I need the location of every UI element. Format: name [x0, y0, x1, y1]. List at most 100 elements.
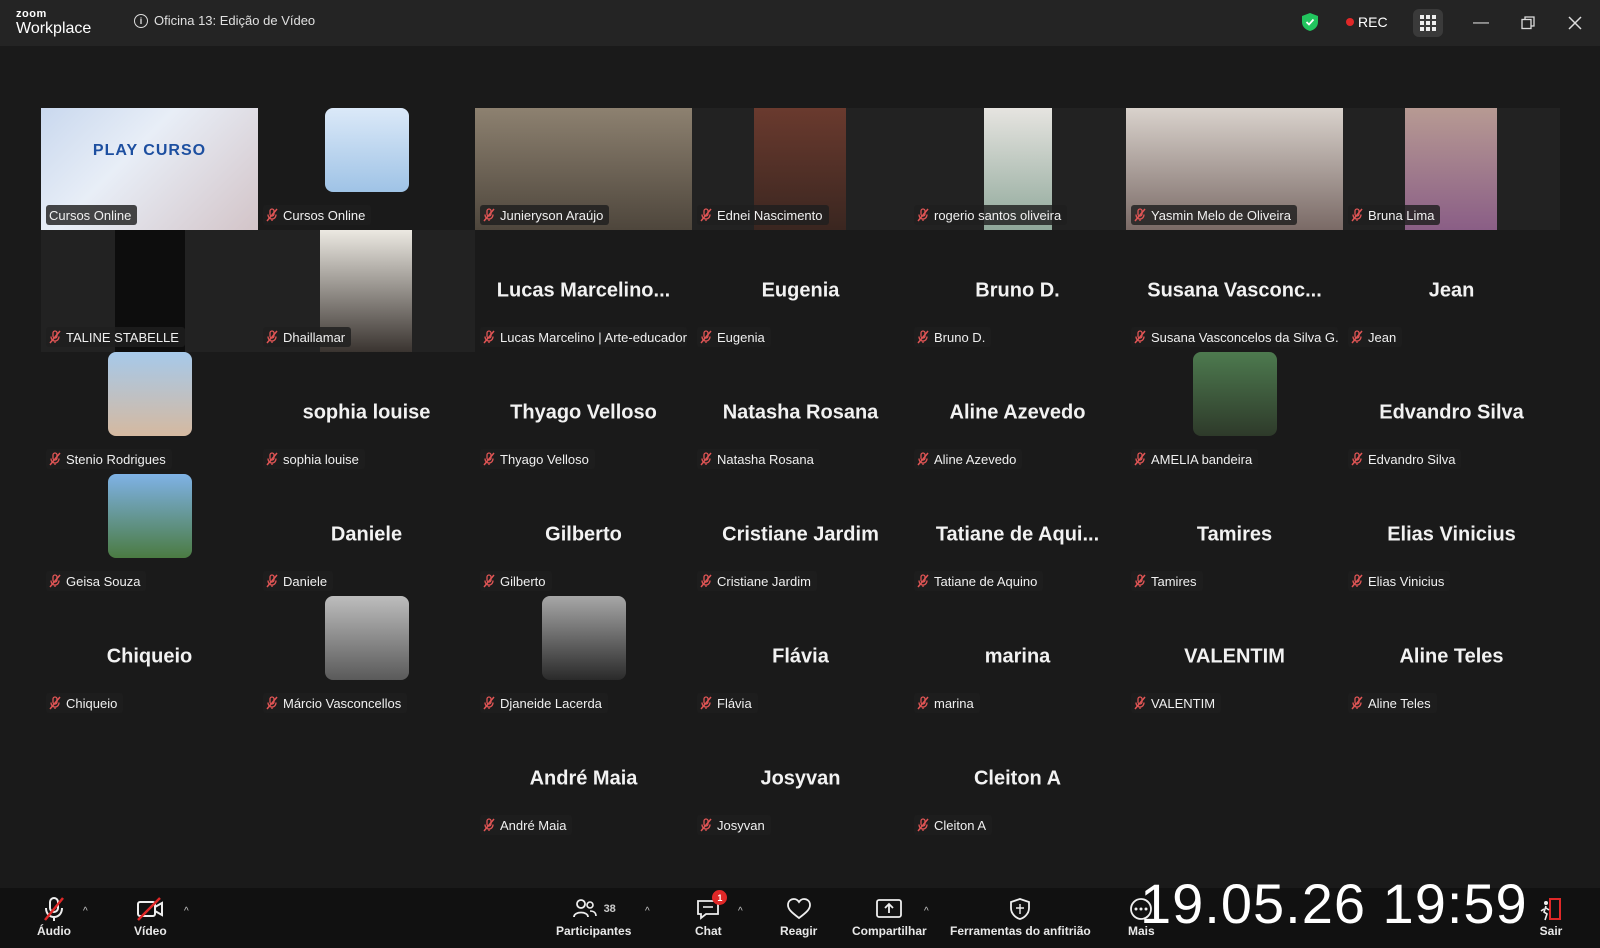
participant-tile[interactable]: sophia louise sophia louise — [258, 352, 475, 474]
info-icon[interactable]: i — [134, 13, 148, 28]
participant-display-name: Thyago Velloso — [510, 401, 657, 424]
restore-icon[interactable] — [1517, 12, 1539, 34]
participant-name-label: Márcio Vasconcellos — [263, 693, 408, 713]
participant-tile[interactable]: Ednei Nascimento — [692, 108, 909, 230]
participant-tile[interactable]: Bruno D. Bruno D. — [909, 230, 1126, 352]
participant-display-name: Josyvan — [760, 767, 841, 790]
react-button[interactable]: Reagir — [780, 894, 817, 938]
mic-muted-icon — [266, 208, 278, 222]
participant-tile[interactable]: Yasmin Melo de Oliveira — [1126, 108, 1343, 230]
participant-name: VALENTIM — [1151, 695, 1216, 711]
participant-tile[interactable]: André Maia André Maia — [475, 718, 692, 840]
participant-display-name: Jean — [1428, 279, 1475, 302]
participant-tile[interactable]: Stenio Rodrigues — [41, 352, 258, 474]
participant-name-label: Natasha Rosana — [697, 449, 820, 469]
chat-button[interactable]: 1 Chat — [695, 890, 728, 938]
minimize-icon[interactable]: — — [1470, 12, 1492, 34]
participant-tile[interactable]: Jean Jean — [1343, 230, 1560, 352]
recording-indicator[interactable]: REC — [1346, 14, 1388, 30]
participant-tile[interactable]: Gilberto Gilberto — [475, 474, 692, 596]
participant-tile[interactable]: Flávia Flávia — [692, 596, 909, 718]
participant-tile[interactable]: Dhaillamar — [258, 230, 475, 352]
encryption-shield-icon[interactable] — [1302, 13, 1318, 31]
participant-name: André Maia — [500, 817, 567, 833]
share-chevron-icon[interactable]: ^ — [924, 906, 929, 917]
host-tools-button[interactable]: Ferramentas do anfitrião — [950, 894, 1091, 938]
share-button[interactable]: Compartilhar — [852, 894, 927, 938]
participant-tile[interactable]: TALINE STABELLE — [41, 230, 258, 352]
apps-grid-button[interactable] — [1413, 9, 1443, 37]
participant-tile[interactable]: Tatiane de Aqui... Tatiane de Aquino — [909, 474, 1126, 596]
participant-tile[interactable]: Bruna Lima — [1343, 108, 1560, 230]
video-label: Vídeo — [134, 924, 167, 938]
participant-tile[interactable]: Susana Vasconc... Susana Vasconcelos da S… — [1126, 230, 1343, 352]
participant-name-label: rogerio santos oliveira — [914, 205, 1068, 225]
zoom-logo: zoom Workplace — [16, 9, 91, 37]
participant-name: Aline Teles — [1368, 695, 1431, 711]
participant-tile[interactable]: Tamires Tamires — [1126, 474, 1343, 596]
participant-tile[interactable]: Cleiton A Cleiton A — [909, 718, 1126, 840]
participant-tile[interactable]: Junieryson Araújo — [475, 108, 692, 230]
participant-name-label: marina — [914, 693, 980, 713]
participant-tile[interactable]: Chiqueio Chiqueio — [41, 596, 258, 718]
participant-name: Ednei Nascimento — [717, 207, 823, 223]
participant-tile[interactable]: Daniele Daniele — [258, 474, 475, 596]
participant-tile[interactable]: Djaneide Lacerda — [475, 596, 692, 718]
close-icon[interactable] — [1564, 12, 1586, 34]
mic-muted-icon — [1351, 696, 1363, 710]
participants-button[interactable]: 38 Participantes — [556, 894, 631, 938]
mic-muted-icon — [49, 696, 61, 710]
leave-button[interactable]: Sair — [1538, 894, 1564, 938]
video-button[interactable]: Vídeo — [134, 894, 167, 938]
leave-door-icon — [1540, 898, 1561, 921]
participant-name-label: TALINE STABELLE — [46, 327, 185, 347]
audio-button[interactable]: Áudio — [37, 894, 71, 938]
participant-tile[interactable]: Márcio Vasconcellos — [258, 596, 475, 718]
mic-muted-icon — [483, 818, 495, 832]
participant-tile[interactable]: Josyvan Josyvan — [692, 718, 909, 840]
participants-chevron-icon[interactable]: ^ — [645, 906, 650, 917]
participant-display-name: André Maia — [529, 767, 638, 790]
participant-tile[interactable]: Geisa Souza — [41, 474, 258, 596]
participant-tile[interactable]: Cristiane Jardim Cristiane Jardim — [692, 474, 909, 596]
participant-tile[interactable]: Thyago Velloso Thyago Velloso — [475, 352, 692, 474]
participant-name-label: Jean — [1348, 327, 1403, 347]
mic-muted-icon — [1351, 330, 1363, 344]
participant-name: Edvandro Silva — [1368, 451, 1456, 467]
participant-tile[interactable]: VALENTIM VALENTIM — [1126, 596, 1343, 718]
participant-name-label: Cursos Online — [46, 205, 138, 225]
participant-tile[interactable]: Cursos Online — [258, 108, 475, 230]
video-options-chevron-icon[interactable]: ^ — [184, 906, 189, 917]
participant-tile[interactable]: Natasha Rosana Natasha Rosana — [692, 352, 909, 474]
participant-tile[interactable]: AMELIA bandeira — [1126, 352, 1343, 474]
chat-chevron-icon[interactable]: ^ — [738, 906, 743, 917]
participant-avatar — [324, 108, 409, 192]
participants-count: 38 — [603, 903, 616, 915]
title-bar: zoom Workplace i Oficina 13: Edição de V… — [0, 0, 1600, 46]
mic-muted-icon — [1134, 208, 1146, 222]
participant-name: Gilberto — [500, 573, 546, 589]
participant-name: Natasha Rosana — [717, 451, 814, 467]
participant-tile[interactable]: marina marina — [909, 596, 1126, 718]
participant-tile[interactable]: rogerio santos oliveira — [909, 108, 1126, 230]
participant-tile[interactable]: Edvandro Silva Edvandro Silva — [1343, 352, 1560, 474]
participant-tile[interactable]: Eugenia Eugenia — [692, 230, 909, 352]
leave-label: Sair — [1539, 924, 1563, 938]
mic-muted-icon — [1351, 574, 1363, 588]
participant-tile[interactable]: PLAY CURSO Cursos Online — [41, 108, 258, 230]
participants-label: Participantes — [556, 924, 632, 938]
participant-tile[interactable]: Elias Vinicius Elias Vinicius — [1343, 474, 1560, 596]
audio-options-chevron-icon[interactable]: ^ — [83, 906, 88, 917]
mic-muted-icon — [917, 574, 929, 588]
participant-display-name: Daniele — [330, 523, 403, 546]
participant-name: Tamires — [1151, 573, 1197, 589]
participant-tile[interactable]: Lucas Marcelino... Lucas Marcelino | Arte… — [475, 230, 692, 352]
participant-display-name: Flávia — [772, 645, 829, 668]
participant-tile[interactable]: Aline Teles Aline Teles — [1343, 596, 1560, 718]
participant-display-name: sophia louise — [302, 401, 431, 424]
mic-muted-icon — [266, 696, 278, 710]
meeting-info[interactable]: i Oficina 13: Edição de Vídeo — [134, 13, 315, 28]
participant-tile[interactable]: Aline Azevedo Aline Azevedo — [909, 352, 1126, 474]
mic-muted-icon — [917, 452, 929, 466]
mic-muted-icon — [917, 696, 929, 710]
